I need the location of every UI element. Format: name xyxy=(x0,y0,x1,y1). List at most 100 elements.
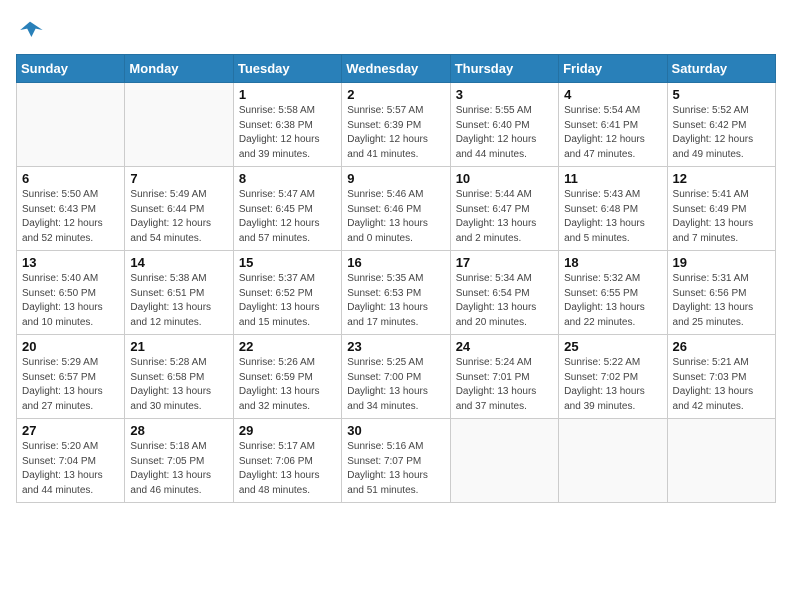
calendar-weekday-tuesday: Tuesday xyxy=(233,55,341,83)
day-number: 26 xyxy=(673,339,770,354)
day-info: Sunrise: 5:20 AM Sunset: 7:04 PM Dayligh… xyxy=(22,440,119,498)
day-info: Sunrise: 5:38 AM Sunset: 6:51 PM Dayligh… xyxy=(130,272,227,330)
day-number: 18 xyxy=(564,255,661,270)
day-info: Sunrise: 5:29 AM Sunset: 6:57 PM Dayligh… xyxy=(22,356,119,414)
calendar-cell: 12 Sunrise: 5:41 AM Sunset: 6:49 PM Dayli… xyxy=(667,167,775,251)
day-number: 11 xyxy=(564,171,661,186)
calendar-cell: 23 Sunrise: 5:25 AM Sunset: 7:00 PM Dayli… xyxy=(342,335,450,419)
calendar-weekday-saturday: Saturday xyxy=(667,55,775,83)
calendar-cell xyxy=(559,419,667,503)
day-number: 14 xyxy=(130,255,227,270)
day-number: 21 xyxy=(130,339,227,354)
day-info: Sunrise: 5:18 AM Sunset: 7:05 PM Dayligh… xyxy=(130,440,227,498)
day-info: Sunrise: 5:50 AM Sunset: 6:43 PM Dayligh… xyxy=(22,188,119,246)
calendar-cell: 15 Sunrise: 5:37 AM Sunset: 6:52 PM Dayli… xyxy=(233,251,341,335)
calendar-weekday-thursday: Thursday xyxy=(450,55,558,83)
day-number: 7 xyxy=(130,171,227,186)
calendar-cell: 9 Sunrise: 5:46 AM Sunset: 6:46 PM Daylig… xyxy=(342,167,450,251)
calendar-cell: 11Sunrise: 5:43 AM Sunset: 6:48 PM Dayli… xyxy=(559,167,667,251)
calendar-cell: 14 Sunrise: 5:38 AM Sunset: 6:51 PM Dayli… xyxy=(125,251,233,335)
day-number: 6 xyxy=(22,171,119,186)
day-info: Sunrise: 5:28 AM Sunset: 6:58 PM Dayligh… xyxy=(130,356,227,414)
calendar-cell: 21 Sunrise: 5:28 AM Sunset: 6:58 PM Dayli… xyxy=(125,335,233,419)
day-number: 17 xyxy=(456,255,553,270)
day-info: Sunrise: 5:49 AM Sunset: 6:44 PM Dayligh… xyxy=(130,188,227,246)
calendar-cell xyxy=(450,419,558,503)
calendar-cell: 3Sunrise: 5:55 AM Sunset: 6:40 PM Daylig… xyxy=(450,83,558,167)
day-number: 30 xyxy=(347,423,444,438)
day-info: Sunrise: 5:34 AM Sunset: 6:54 PM Dayligh… xyxy=(456,272,553,330)
calendar-cell: 1 Sunrise: 5:58 AM Sunset: 6:38 PM Daylig… xyxy=(233,83,341,167)
day-info: Sunrise: 5:40 AM Sunset: 6:50 PM Dayligh… xyxy=(22,272,119,330)
logo xyxy=(16,16,48,44)
calendar-week-row: 6 Sunrise: 5:50 AM Sunset: 6:43 PM Daylig… xyxy=(17,167,776,251)
day-number: 8 xyxy=(239,171,336,186)
day-info: Sunrise: 5:32 AM Sunset: 6:55 PM Dayligh… xyxy=(564,272,661,330)
day-number: 19 xyxy=(673,255,770,270)
calendar-cell: 30 Sunrise: 5:16 AM Sunset: 7:07 PM Dayli… xyxy=(342,419,450,503)
calendar-cell: 13 Sunrise: 5:40 AM Sunset: 6:50 PM Dayli… xyxy=(17,251,125,335)
day-info: Sunrise: 5:46 AM Sunset: 6:46 PM Dayligh… xyxy=(347,188,444,246)
calendar-header-row: SundayMondayTuesdayWednesdayThursdayFrid… xyxy=(17,55,776,83)
day-info: Sunrise: 5:35 AM Sunset: 6:53 PM Dayligh… xyxy=(347,272,444,330)
calendar-cell xyxy=(667,419,775,503)
calendar-cell xyxy=(125,83,233,167)
day-number: 10 xyxy=(456,171,553,186)
calendar-cell xyxy=(17,83,125,167)
day-number: 27 xyxy=(22,423,119,438)
calendar-cell: 20 Sunrise: 5:29 AM Sunset: 6:57 PM Dayli… xyxy=(17,335,125,419)
day-info: Sunrise: 5:57 AM Sunset: 6:39 PM Dayligh… xyxy=(347,104,444,162)
calendar-cell: 17 Sunrise: 5:34 AM Sunset: 6:54 PM Dayli… xyxy=(450,251,558,335)
calendar-week-row: 13 Sunrise: 5:40 AM Sunset: 6:50 PM Dayli… xyxy=(17,251,776,335)
calendar-cell: 19Sunrise: 5:31 AM Sunset: 6:56 PM Dayli… xyxy=(667,251,775,335)
day-info: Sunrise: 5:37 AM Sunset: 6:52 PM Dayligh… xyxy=(239,272,336,330)
calendar-cell: 2 Sunrise: 5:57 AM Sunset: 6:39 PM Daylig… xyxy=(342,83,450,167)
day-info: Sunrise: 5:17 AM Sunset: 7:06 PM Dayligh… xyxy=(239,440,336,498)
day-info: Sunrise: 5:55 AM Sunset: 6:40 PM Dayligh… xyxy=(456,104,553,162)
day-number: 20 xyxy=(22,339,119,354)
calendar-cell: 28 Sunrise: 5:18 AM Sunset: 7:05 PM Dayli… xyxy=(125,419,233,503)
calendar-week-row: 27 Sunrise: 5:20 AM Sunset: 7:04 PM Dayli… xyxy=(17,419,776,503)
day-number: 23 xyxy=(347,339,444,354)
calendar-week-row: 1 Sunrise: 5:58 AM Sunset: 6:38 PM Daylig… xyxy=(17,83,776,167)
day-info: Sunrise: 5:52 AM Sunset: 6:42 PM Dayligh… xyxy=(673,104,770,162)
calendar-cell: 22 Sunrise: 5:26 AM Sunset: 6:59 PM Dayli… xyxy=(233,335,341,419)
day-info: Sunrise: 5:26 AM Sunset: 6:59 PM Dayligh… xyxy=(239,356,336,414)
day-info: Sunrise: 5:58 AM Sunset: 6:38 PM Dayligh… xyxy=(239,104,336,162)
calendar-cell: 29 Sunrise: 5:17 AM Sunset: 7:06 PM Dayli… xyxy=(233,419,341,503)
day-info: Sunrise: 5:16 AM Sunset: 7:07 PM Dayligh… xyxy=(347,440,444,498)
calendar-cell: 24Sunrise: 5:24 AM Sunset: 7:01 PM Dayli… xyxy=(450,335,558,419)
calendar-weekday-sunday: Sunday xyxy=(17,55,125,83)
calendar-cell: 26 Sunrise: 5:21 AM Sunset: 7:03 PM Dayli… xyxy=(667,335,775,419)
calendar-cell: 4 Sunrise: 5:54 AM Sunset: 6:41 PM Daylig… xyxy=(559,83,667,167)
calendar-table: SundayMondayTuesdayWednesdayThursdayFrid… xyxy=(16,54,776,503)
day-info: Sunrise: 5:54 AM Sunset: 6:41 PM Dayligh… xyxy=(564,104,661,162)
day-number: 25 xyxy=(564,339,661,354)
calendar-weekday-friday: Friday xyxy=(559,55,667,83)
calendar-cell: 16 Sunrise: 5:35 AM Sunset: 6:53 PM Dayli… xyxy=(342,251,450,335)
day-info: Sunrise: 5:25 AM Sunset: 7:00 PM Dayligh… xyxy=(347,356,444,414)
page-header xyxy=(16,16,776,44)
calendar-cell: 18 Sunrise: 5:32 AM Sunset: 6:55 PM Dayli… xyxy=(559,251,667,335)
logo-bird-icon xyxy=(16,16,44,44)
calendar-weekday-wednesday: Wednesday xyxy=(342,55,450,83)
day-number: 1 xyxy=(239,87,336,102)
day-number: 9 xyxy=(347,171,444,186)
day-number: 13 xyxy=(22,255,119,270)
day-number: 4 xyxy=(564,87,661,102)
day-number: 22 xyxy=(239,339,336,354)
day-number: 2 xyxy=(347,87,444,102)
day-number: 5 xyxy=(673,87,770,102)
day-number: 16 xyxy=(347,255,444,270)
calendar-cell: 27 Sunrise: 5:20 AM Sunset: 7:04 PM Dayli… xyxy=(17,419,125,503)
day-info: Sunrise: 5:21 AM Sunset: 7:03 PM Dayligh… xyxy=(673,356,770,414)
calendar-cell: 5 Sunrise: 5:52 AM Sunset: 6:42 PM Daylig… xyxy=(667,83,775,167)
day-number: 15 xyxy=(239,255,336,270)
calendar-cell: 25 Sunrise: 5:22 AM Sunset: 7:02 PM Dayli… xyxy=(559,335,667,419)
day-info: Sunrise: 5:41 AM Sunset: 6:49 PM Dayligh… xyxy=(673,188,770,246)
day-number: 29 xyxy=(239,423,336,438)
day-number: 28 xyxy=(130,423,227,438)
calendar-cell: 7 Sunrise: 5:49 AM Sunset: 6:44 PM Daylig… xyxy=(125,167,233,251)
day-number: 12 xyxy=(673,171,770,186)
day-info: Sunrise: 5:22 AM Sunset: 7:02 PM Dayligh… xyxy=(564,356,661,414)
